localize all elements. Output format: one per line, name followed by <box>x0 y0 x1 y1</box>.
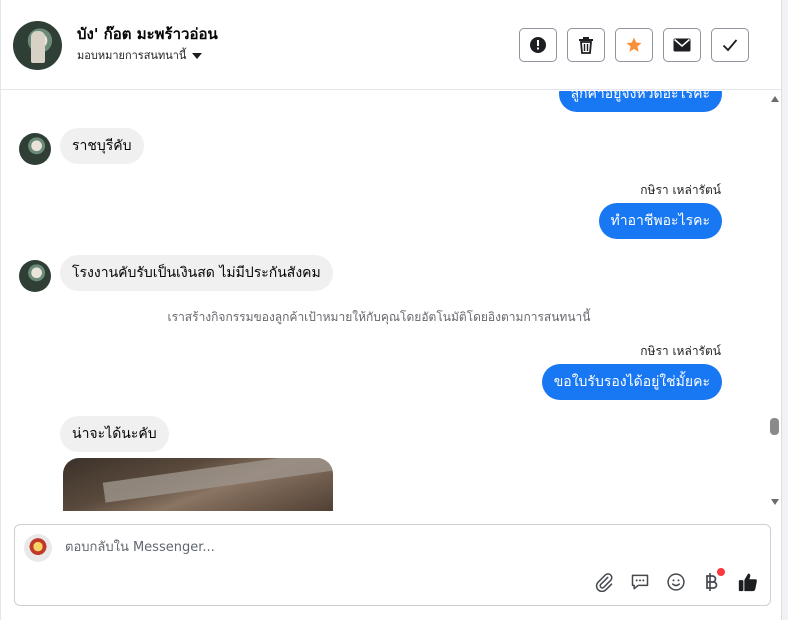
outgoing-message[interactable]: ลูกค้าอยู่จังหวัดอะไรคะ <box>558 91 722 112</box>
sender-name: กษิรา เหล่ารัตน์ <box>640 183 721 197</box>
saved-replies-button[interactable] <box>629 571 651 593</box>
star-icon <box>626 37 642 52</box>
system-notice: เราสร้างกิจกรรมของลูกค้าเป้าหมายให้กับคุ… <box>167 310 591 324</box>
like-button[interactable] <box>737 571 759 593</box>
reply-composer <box>14 524 771 606</box>
assign-conversation-dropdown[interactable]: มอบหมายการสนทนานี้ <box>77 46 203 64</box>
conversation-panel: บัง' ก๊อต มะพร้าวอ่อน มอบหมายการสนทนานี้ <box>0 0 782 620</box>
contact-name[interactable]: บัง' ก๊อต มะพร้าวอ่อน <box>77 22 218 46</box>
outgoing-message[interactable]: ขอใบรับรองได้อยู่ใช่มั้ยคะ <box>541 364 722 400</box>
incoming-message[interactable]: ราชบุรีคับ <box>60 128 144 164</box>
scroll-up-arrow-icon[interactable] <box>771 96 779 102</box>
alert-circle-icon <box>530 37 546 53</box>
payment-button[interactable] <box>701 568 725 593</box>
thumbs-up-icon <box>738 573 757 592</box>
delete-button[interactable] <box>567 28 605 62</box>
reply-input[interactable] <box>63 539 667 556</box>
contact-avatar-small[interactable] <box>19 133 51 165</box>
report-spam-button[interactable] <box>519 28 557 62</box>
notification-dot <box>717 568 725 576</box>
trash-icon <box>579 37 593 54</box>
attach-button[interactable] <box>593 571 615 593</box>
scroll-down-arrow-icon[interactable] <box>771 499 779 505</box>
assign-label: มอบหมายการสนทนานี้ <box>77 49 187 62</box>
checkmark-icon <box>722 39 738 52</box>
contact-avatar[interactable] <box>13 21 62 70</box>
conversation-header: บัง' ก๊อต มะพร้าวอ่อน มอบหมายการสนทนานี้ <box>1 0 781 90</box>
mark-unread-button[interactable] <box>663 28 701 62</box>
sender-name: กษิรา เหล่ารัตน์ <box>640 344 721 358</box>
mark-done-button[interactable] <box>711 28 749 62</box>
image-attachment[interactable] <box>63 458 333 511</box>
caret-down-icon <box>192 53 203 59</box>
chat-bubble-icon <box>631 574 649 590</box>
emoji-button[interactable] <box>665 571 687 593</box>
incoming-message[interactable]: น่าจะได้นะคับ <box>60 416 169 452</box>
message-thread[interactable]: ลูกค้าอยู่จังหวัดอะไรคะ ราชบุรีคับ กษิรา… <box>1 91 767 511</box>
page-avatar <box>24 534 52 562</box>
scrollbar-thumb[interactable] <box>770 418 779 435</box>
incoming-message[interactable]: โรงงานคับรับเป็นเงินสด ไม่มีประกันสังคม <box>60 255 333 291</box>
star-button[interactable] <box>615 28 653 62</box>
outgoing-message[interactable]: ทำอาชีพอะไรคะ <box>598 203 722 239</box>
paperclip-icon <box>595 573 613 592</box>
envelope-icon <box>673 38 691 52</box>
contact-avatar-small[interactable] <box>19 260 51 292</box>
smiley-icon <box>667 573 685 591</box>
